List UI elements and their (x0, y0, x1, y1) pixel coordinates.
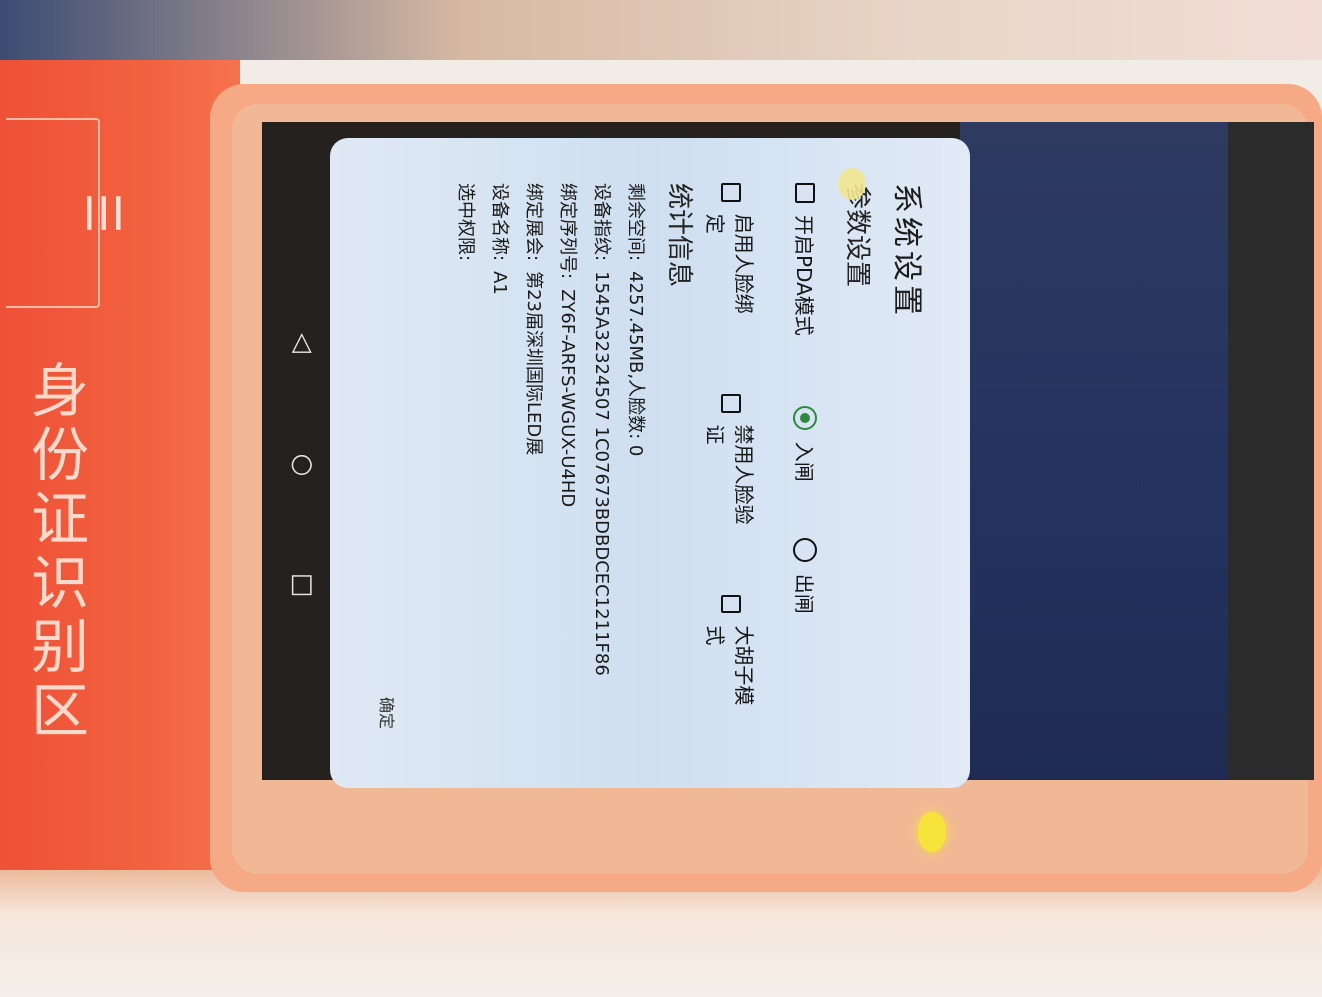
stat-row: 绑定序列号: ZY6F-ARFS-WGUX-U4HD (556, 183, 582, 507)
app-background (960, 122, 1314, 780)
stat-value: ZY6F-ARFS-WGUX-U4HD (557, 289, 578, 508)
stat-label: 绑定序列号: (557, 183, 578, 280)
stat-row: 选中权限: (454, 183, 480, 271)
dialog-title: 系统设置 (889, 183, 924, 319)
stat-label: 选中权限: (455, 183, 476, 262)
disable-face-verify-checkbox[interactable] (721, 393, 741, 413)
stat-label: 绑定展会: (523, 183, 544, 262)
face-options-row: 启用人脸绑定 禁用人脸验证 大胡子模式 (702, 183, 760, 773)
gate-in-radio[interactable] (793, 405, 818, 430)
beard-mode-option[interactable]: 大胡子模式 (702, 594, 760, 717)
id-scan-logo-icon: ☰ (76, 192, 130, 234)
stat-value: A1 (489, 271, 510, 295)
stat-row: 绑定展会: 第23届深圳国际LED展 (522, 183, 548, 455)
recents-icon[interactable]: □ (288, 570, 318, 600)
gate-in-option[interactable]: 入闸 (791, 405, 820, 482)
stat-label: 设备指纹: (591, 183, 612, 262)
back-icon[interactable]: ◁ (288, 328, 318, 358)
status-led (918, 812, 946, 852)
sign-text: 身份证识别区 (21, 360, 89, 744)
app-side-bar (1228, 122, 1314, 780)
stat-value: 第23届深圳国际LED展 (523, 271, 544, 456)
gate-in-label: 入闸 (792, 441, 816, 482)
light-reflection (838, 168, 866, 200)
pda-mode-checkbox[interactable] (795, 183, 816, 203)
gate-out-label: 出闸 (792, 573, 816, 614)
settings-dialog: 系统设置 参数设置 开启PDA模式 入闸 出闸 启用人脸绑定 禁用人脸验证 大胡… (350, 153, 950, 773)
photo-background-top (0, 0, 1322, 60)
stat-row: 剩余空间: 4257.45MB,人脸数: 0 (624, 183, 650, 456)
gate-out-radio[interactable] (793, 537, 818, 562)
home-icon[interactable]: ○ (288, 450, 318, 480)
beard-mode-checkbox[interactable] (721, 594, 741, 614)
stat-row: 设备名称: A1 (488, 183, 514, 295)
gate-out-option[interactable]: 出闸 (791, 537, 820, 614)
disable-face-verify-option[interactable]: 禁用人脸验证 (702, 393, 760, 535)
enable-face-bind-option[interactable]: 启用人脸绑定 (702, 183, 760, 324)
stat-label: 设备名称: (489, 183, 510, 262)
enable-face-bind-label: 启用人脸绑定 (703, 213, 756, 314)
stat-value: 4257.45MB,人脸数: 0 (625, 271, 646, 457)
settings-dialog-panel: 系统设置 参数设置 开启PDA模式 入闸 出闸 启用人脸绑定 禁用人脸验证 大胡… (330, 138, 970, 788)
stat-value: 1545A32324507 1C07673BDBDCEC1211F86 (591, 271, 612, 676)
stat-label: 剩余空间: (625, 183, 646, 262)
stats-section-title: 统计信息 (664, 183, 694, 288)
disable-face-verify-label: 禁用人脸验证 (703, 424, 756, 525)
gate-options-row: 开启PDA模式 入闸 出闸 (791, 183, 820, 670)
stat-row: 设备指纹: 1545A32324507 1C07673BDBDCEC1211F86 (590, 183, 616, 676)
pda-mode-option[interactable]: 开启PDA模式 (791, 183, 820, 336)
android-nav-bar: ◁ ○ □ (268, 160, 338, 772)
pda-mode-label: 开启PDA模式 (792, 215, 816, 336)
confirm-button[interactable]: 确定 (370, 683, 406, 743)
beard-mode-label: 大胡子模式 (703, 625, 756, 706)
enable-face-bind-checkbox[interactable] (721, 183, 741, 202)
